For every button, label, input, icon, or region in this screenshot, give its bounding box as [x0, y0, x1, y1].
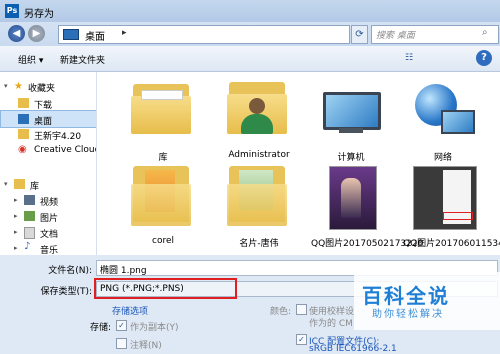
file-item-qq-image-1[interactable]: QQ图片20170502173220 [311, 164, 424, 255]
file-item-computer[interactable]: 计算机 [311, 76, 391, 171]
sidebar-item-label: 图片 [40, 214, 59, 224]
thumbnail-figure-shape [341, 178, 361, 218]
favorites-header[interactable]: ▾ ★ 收藏夹 [0, 78, 96, 94]
expand-triangle-icon[interactable]: ▸ [14, 244, 18, 252]
sidebar-item-downloads[interactable]: 下载 [0, 95, 96, 111]
sidebar-item-label: 视频 [40, 198, 59, 208]
video-icon [24, 195, 35, 205]
photoshop-icon: Ps [5, 4, 19, 18]
help-button[interactable]: ? [476, 50, 492, 66]
color-label: 颜色: [270, 307, 292, 317]
expand-triangle-icon[interactable]: ▸ [14, 196, 18, 204]
file-item-card[interactable]: 名片-唐伟 [219, 164, 299, 255]
sidebar-item-music[interactable]: ▸ ♪ 音乐 [0, 240, 96, 255]
breadcrumb-chevron-icon[interactable]: ▸ [122, 28, 127, 38]
sidebar-item-videos[interactable]: ▸ 视频 [0, 192, 96, 208]
watermark-tagline: 助你轻松解决 [372, 309, 444, 320]
music-icon: ♪ [24, 241, 31, 252]
folder-front [131, 184, 191, 226]
desktop-icon [63, 29, 79, 40]
user-body-shape [241, 114, 273, 134]
as-copy-label: 作为副本(Y) [130, 323, 179, 333]
file-item-network[interactable]: 网络 [403, 76, 483, 171]
search-icon[interactable]: ⌕ [482, 27, 488, 38]
filetype-highlight-box [94, 278, 237, 299]
picture-icon [24, 211, 35, 221]
icc-value: sRGB IEC61966-2.1 [309, 344, 397, 354]
thumbnail-highlight-shape [443, 212, 473, 220]
use-proof-checkbox[interactable] [296, 304, 307, 315]
file-item-library[interactable]: 库 [123, 76, 203, 171]
file-name: QQ图片20170601153414 [403, 239, 500, 249]
expand-triangle-icon[interactable]: ▸ [14, 212, 18, 220]
proof-sub-label: 作为的 CM [309, 319, 353, 329]
file-name: 网络 [433, 153, 452, 163]
navigation-pane: ▾ ★ 收藏夹 下载 桌面 王新宇4.20 ◉ Creative Cloud F… [0, 72, 97, 255]
notes-label: 注释(N) [130, 341, 162, 351]
filetype-label: 保存类型(T): [40, 287, 92, 297]
as-copy-checkbox[interactable]: ✓ [116, 320, 127, 331]
sidebar-item-label: 文档 [40, 230, 59, 240]
file-name: 名片-唐伟 [239, 239, 279, 249]
window-title: 另存为 [24, 9, 54, 20]
library-header[interactable]: ▾ 库 [0, 176, 96, 192]
sidebar-item-label: Creative Cloud Files [34, 145, 96, 155]
file-list[interactable]: 库 Administrator 计算机 网络 corel 名片-唐伟 QQ图片2… [97, 72, 500, 255]
file-name: QQ图片20170502173220 [311, 239, 424, 249]
desktop-icon [18, 114, 29, 124]
file-name: Administrator [228, 150, 290, 160]
back-button[interactable]: ◀ [8, 25, 25, 42]
download-folder-icon [18, 98, 29, 108]
refresh-button[interactable]: ⟳ [351, 25, 368, 44]
new-folder-button[interactable]: 新建文件夹 [60, 53, 105, 66]
expand-triangle-icon[interactable]: ▾ [4, 180, 8, 188]
file-item-qq-image-2[interactable]: QQ图片20170601153414 [403, 164, 500, 255]
filename-value: 椭圆 1.png [100, 266, 147, 276]
notes-checkbox[interactable] [116, 338, 127, 349]
library-icon [14, 179, 25, 189]
folder-front [131, 96, 191, 134]
search-placeholder: 搜索 桌面 [376, 31, 415, 41]
expand-triangle-icon[interactable]: ▾ [4, 82, 8, 90]
save-options-link[interactable]: 存储选项 [112, 304, 148, 317]
library-label: 库 [30, 182, 40, 192]
title-bar [0, 0, 500, 22]
organize-button[interactable]: 组织 ▾ [18, 53, 43, 66]
document-icon [24, 227, 35, 239]
computer-icon [323, 92, 381, 130]
file-item-administrator[interactable]: Administrator [219, 76, 299, 171]
sidebar-item-label: 王新宇4.20 [34, 132, 82, 142]
sidebar-item-pictures[interactable]: ▸ 图片 [0, 208, 96, 224]
folder-front [227, 184, 287, 226]
forward-button[interactable]: ▶ [28, 25, 45, 42]
user-head-shape [249, 98, 265, 114]
sidebar-item-label: 音乐 [40, 246, 59, 255]
view-options-icon[interactable]: ☷ [400, 50, 418, 66]
icc-checkbox[interactable]: ✓ [296, 334, 307, 345]
sidebar-item-folder[interactable]: 王新宇4.20 [0, 126, 96, 142]
creative-cloud-icon: ◉ [18, 144, 27, 155]
star-icon: ★ [14, 81, 23, 92]
file-item-corel[interactable]: corel [123, 164, 203, 255]
address-path[interactable]: 桌面 [85, 28, 105, 43]
save-label: 存储: [90, 323, 112, 333]
file-name: 计算机 [337, 153, 365, 163]
computer-stand-shape [339, 128, 363, 133]
favorites-label: 收藏夹 [28, 84, 56, 94]
file-name: 库 [158, 153, 168, 163]
folder-icon [18, 129, 29, 139]
network-monitor-shape [441, 110, 475, 134]
filename-label: 文件名(N): [48, 266, 92, 276]
file-name: corel [152, 236, 174, 246]
library-doc-shape [141, 90, 183, 100]
sidebar-item-documents[interactable]: ▸ 文档 [0, 224, 96, 240]
expand-triangle-icon[interactable]: ▸ [14, 228, 18, 236]
sidebar-item-creative-cloud[interactable]: ◉ Creative Cloud Files [0, 142, 96, 158]
